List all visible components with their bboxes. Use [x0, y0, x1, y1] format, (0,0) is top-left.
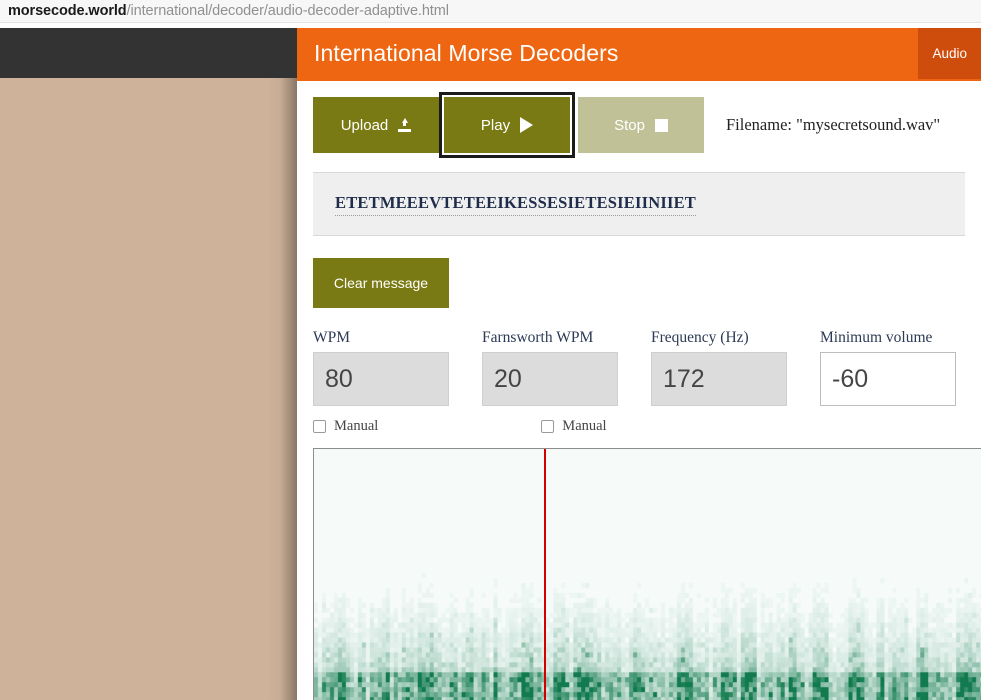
field-farnsworth-wpm: Farnsworth WPM: [482, 329, 618, 406]
field-wpm-label: WPM: [313, 329, 351, 346]
play-button[interactable]: Play: [439, 92, 575, 158]
nav-tabs: Audio: [918, 28, 981, 79]
checkbox-icon[interactable]: [313, 420, 326, 433]
spectrogram-playhead: [544, 449, 546, 700]
play-button-label: Play: [480, 116, 511, 134]
url-path: /international/decoder/audio-decoder-ada…: [126, 3, 449, 19]
upload-icon: [398, 118, 412, 132]
desktop-dark-bar: [0, 28, 297, 78]
manual-checkbox-wpm[interactable]: Manual: [313, 418, 378, 435]
tab-audio-label: Audio: [932, 46, 967, 61]
spectrogram-canvas: [314, 449, 981, 700]
page-content: International Morse Decoders Audio Uploa…: [297, 28, 981, 700]
site-header: International Morse Decoders Audio: [297, 28, 981, 79]
checkbox-icon[interactable]: [541, 420, 555, 433]
clear-message-row: Clear message: [297, 236, 981, 308]
manual-checkbox-row: Manual Manual: [297, 406, 981, 435]
field-farnsworth-wpm-label: Farnsworth WPM: [482, 329, 594, 346]
browser-address-bar[interactable]: morsecode.world/international/decoder/au…: [0, 0, 981, 23]
field-minimum-volume: Minimum volume: [820, 329, 956, 406]
field-minimum-volume-input[interactable]: [820, 352, 956, 406]
manual-checkbox-frequency-label: Manual: [562, 418, 607, 434]
upload-button[interactable]: Upload: [313, 97, 439, 153]
parameter-fields: WPM Farnsworth WPM Frequency (Hz) Minimu…: [297, 308, 981, 406]
decoded-message-box[interactable]: ETETMEEEVTETEEIKESSESIETESIEIINIIET: [313, 172, 965, 236]
page-title: International Morse Decoders: [314, 40, 619, 66]
desktop-background: [0, 78, 297, 700]
field-frequency-input[interactable]: [651, 352, 787, 406]
field-wpm: WPM: [313, 329, 449, 406]
field-farnsworth-wpm-input[interactable]: [482, 352, 618, 406]
field-wpm-input[interactable]: [313, 352, 449, 406]
transport-toolbar: Upload Play Stop Filename: "mysecretsoun…: [297, 81, 981, 158]
url-host: morsecode.world: [8, 3, 127, 19]
stop-button-label: Stop: [614, 116, 645, 134]
field-minimum-volume-label: Minimum volume: [820, 329, 933, 346]
decoded-message-text: ETETMEEEVTETEEIKESSESIETESIEIINIIET: [335, 193, 697, 216]
manual-checkbox-frequency[interactable]: Manual: [541, 418, 607, 435]
play-icon: [520, 117, 534, 133]
clear-message-button[interactable]: Clear message: [313, 258, 449, 308]
filename-label: Filename: "mysecretsound.wav": [726, 115, 941, 134]
main-content: Upload Play Stop Filename: "mysecretsoun…: [297, 81, 981, 700]
manual-checkbox-wpm-label: Manual: [334, 418, 379, 434]
upload-button-label: Upload: [340, 116, 389, 134]
field-frequency: Frequency (Hz): [651, 329, 787, 406]
spectrogram-display[interactable]: [313, 448, 981, 700]
tab-audio[interactable]: Audio: [918, 28, 981, 79]
stop-button[interactable]: Stop: [578, 97, 704, 153]
field-frequency-label: Frequency (Hz): [651, 329, 749, 346]
stop-icon: [654, 118, 668, 132]
